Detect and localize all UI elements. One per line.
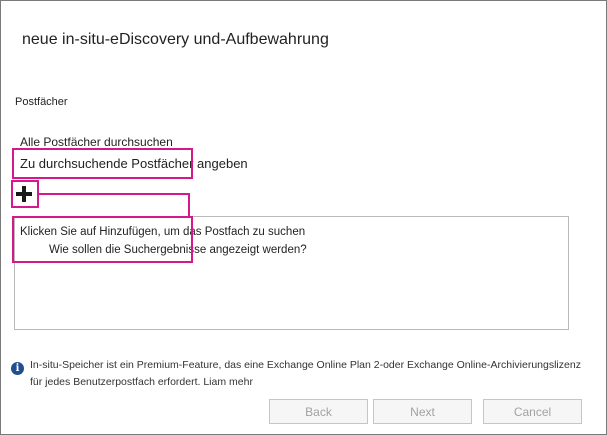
section-label-mailboxes: Postfächer: [15, 96, 68, 108]
callout-highlight-add: [11, 180, 39, 208]
callout-connector-vertical: [188, 193, 190, 217]
cancel-button[interactable]: Cancel: [483, 399, 582, 424]
premium-info-line1: In-situ-Speicher ist ein Premium-Feature…: [30, 359, 581, 371]
dialog-window: neue in-situ-eDiscovery und-Aufbewahrung…: [0, 0, 607, 435]
callout-highlight-option: [12, 148, 193, 179]
callout-connector-horizontal: [38, 193, 190, 195]
next-button[interactable]: Next: [373, 399, 472, 424]
dialog-title: neue in-situ-eDiscovery und-Aufbewahrung: [22, 31, 329, 48]
back-button[interactable]: Back: [269, 399, 368, 424]
premium-info-line2: für jedes Benutzerpostfach erfordert. Li…: [30, 376, 253, 388]
info-icon: i: [11, 362, 24, 375]
callout-highlight-hints: [12, 216, 193, 263]
option-search-all-mailboxes[interactable]: Alle Postfächer durchsuchen: [20, 135, 173, 149]
